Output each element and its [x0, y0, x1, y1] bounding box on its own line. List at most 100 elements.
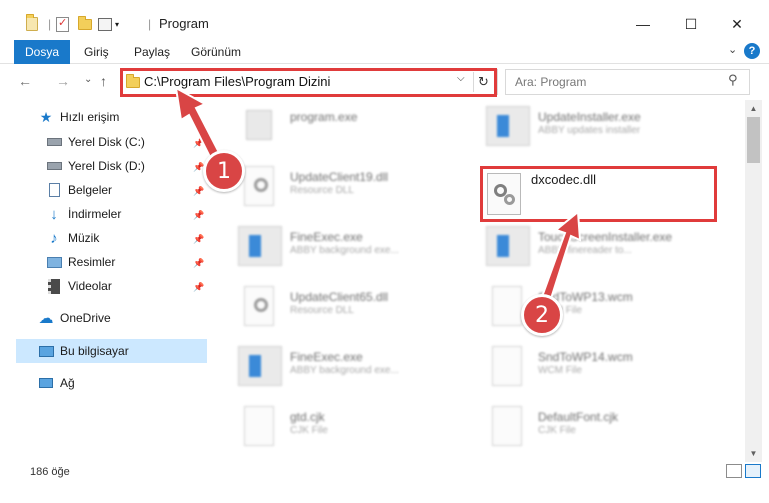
file-type: CJK File — [538, 425, 576, 436]
ribbon-tabs: Dosya Giriş Paylaş Görünüm ⌄ ? — [0, 40, 769, 64]
sidebar-item-pictures[interactable]: Resimler — [46, 251, 115, 273]
sidebar-item-network[interactable]: Ağ — [38, 372, 75, 394]
sidebar-item-quick-access[interactable]: ★ Hızlı erişim — [38, 106, 120, 128]
file-icon — [492, 286, 522, 326]
pin-icon[interactable]: 📌 — [193, 186, 204, 197]
sidebar-item-label: Yerel Disk (D:) — [68, 159, 145, 173]
dll-file-icon — [487, 173, 521, 215]
recent-locations-button[interactable]: ⌄ — [84, 74, 92, 85]
navigation-pane: ★ Hızlı erişim Yerel Disk (C:) 📌 Yerel D… — [0, 100, 210, 460]
application-icon — [486, 226, 530, 266]
file-icon — [244, 406, 274, 446]
maximize-button[interactable]: ☐ — [668, 10, 714, 38]
close-button[interactable]: ✕ — [714, 10, 760, 38]
application-icon — [238, 346, 282, 386]
separator: | — [148, 17, 152, 31]
file-name: TouchScreenInstaller.exe — [538, 230, 673, 244]
search-placeholder: Ara: Program — [515, 75, 587, 89]
step-1-badge: 1 — [203, 150, 245, 192]
step-2-badge: 2 — [521, 294, 563, 336]
file-name: gtd.cjk — [290, 410, 325, 424]
file-type: Resource DLL — [290, 185, 354, 196]
search-icon[interactable]: ⚲ — [728, 72, 738, 88]
pin-icon[interactable]: 📌 — [193, 234, 204, 245]
sidebar-item-label: Videolar — [68, 279, 112, 293]
highlighted-file-item[interactable]: dxcodec.dll — [480, 166, 717, 222]
sidebar-item-label: Yerel Disk (C:) — [68, 135, 145, 149]
tab-home[interactable]: Giriş — [84, 40, 109, 64]
sidebar-item-local-disk-d[interactable]: Yerel Disk (D:) — [46, 155, 145, 177]
list-item[interactable]: UpdateClient19.dll Resource DLL — [238, 166, 448, 216]
application-icon — [238, 106, 282, 146]
file-type: CJK File — [290, 425, 328, 436]
file-type: ABBY background exe... — [290, 245, 399, 256]
file-type: ABBY updates installer — [538, 125, 641, 136]
file-type: WCM File — [538, 365, 582, 376]
pin-icon[interactable]: 📌 — [193, 282, 204, 293]
tab-view[interactable]: Görünüm — [191, 40, 241, 64]
file-type: ABBY background exe... — [290, 365, 399, 376]
scrollbar-thumb[interactable] — [747, 117, 760, 163]
file-name: FineExec.exe — [290, 230, 363, 244]
minimize-button[interactable]: — — [620, 10, 666, 38]
status-bar: 186 öğe — [0, 462, 769, 503]
back-button[interactable]: ← — [18, 73, 32, 89]
forward-button[interactable]: → — [56, 73, 70, 89]
file-name: DefaultFont.cjk — [538, 410, 619, 424]
music-icon: ♪ — [50, 229, 58, 247]
list-item[interactable]: UpdateClient65.dll Resource DLL — [238, 286, 448, 336]
sidebar-item-local-disk-c[interactable]: Yerel Disk (C:) — [46, 131, 145, 153]
navigation-bar: ← → ⌄ ↑ C:\Program Files\Program Dizini … — [0, 64, 769, 100]
vertical-scrollbar[interactable]: ▲ ▼ — [745, 100, 762, 462]
sidebar-item-label: Belgeler — [68, 183, 113, 197]
scroll-up-arrow-icon[interactable]: ▲ — [745, 100, 762, 117]
separator: | — [48, 17, 52, 31]
network-icon — [38, 375, 54, 391]
sidebar-item-onedrive[interactable]: ☁ OneDrive — [38, 307, 111, 329]
new-folder-icon[interactable] — [78, 15, 92, 33]
sidebar-item-videos[interactable]: Videolar — [46, 275, 112, 297]
sidebar-item-label: İndirmeler — [68, 207, 122, 221]
list-item[interactable]: gtd.cjk CJK File — [238, 406, 448, 456]
chevron-down-icon[interactable]: ⌄ — [728, 43, 737, 56]
sidebar-item-this-pc[interactable]: Bu bilgisayar — [38, 340, 129, 362]
sidebar-item-documents[interactable]: Belgeler — [46, 179, 112, 201]
properties-icon[interactable]: ✓ — [56, 15, 69, 33]
list-item[interactable]: UpdateInstaller.exe ABBY updates install… — [486, 106, 736, 156]
file-name: UpdateClient19.dll — [290, 170, 389, 184]
sidebar-item-music[interactable]: ♪ Müzik — [46, 227, 99, 249]
list-item[interactable]: DefaultFont.cjk CJK File — [486, 406, 736, 456]
drive-icon — [46, 134, 62, 150]
sidebar-item-label: OneDrive — [60, 311, 111, 325]
sidebar-item-label: Hızlı erişim — [60, 110, 120, 124]
large-icons-view-icon[interactable] — [745, 464, 761, 478]
list-item[interactable]: TouchScreenInstaller.exe ABBY finereader… — [486, 226, 736, 276]
application-icon — [238, 226, 282, 266]
list-item[interactable]: FineExec.exe ABBY background exe... — [238, 226, 448, 276]
list-item[interactable]: SndToWP14.wcm WCM File — [486, 346, 736, 396]
scroll-down-arrow-icon[interactable]: ▼ — [745, 445, 762, 462]
window-title: Program — [159, 16, 209, 31]
pin-icon[interactable]: 📌 — [193, 138, 204, 149]
file-type: Resource DLL — [290, 305, 354, 316]
pin-icon[interactable]: 📌 — [193, 258, 204, 269]
item-count: 186 öğe — [30, 466, 70, 478]
customize-quick-access-icon[interactable]: ▾ — [98, 15, 119, 33]
tab-file[interactable]: Dosya — [14, 40, 70, 64]
downloads-icon: ↓ — [50, 205, 58, 223]
sidebar-item-label: Bu bilgisayar — [60, 344, 129, 358]
tab-share[interactable]: Paylaş — [134, 40, 170, 64]
address-highlight-box — [120, 68, 497, 97]
file-name: FineExec.exe — [290, 350, 363, 364]
list-item[interactable]: FineExec.exe ABBY background exe... — [238, 346, 448, 396]
sidebar-item-label: Ağ — [60, 376, 75, 390]
sidebar-item-downloads[interactable]: ↓ İndirmeler — [46, 203, 121, 225]
cloud-icon: ☁ — [38, 310, 54, 327]
pin-icon[interactable]: 📌 — [193, 210, 204, 221]
up-button[interactable]: ↑ — [100, 73, 107, 89]
documents-icon — [46, 182, 62, 198]
file-icon — [492, 346, 522, 386]
details-view-icon[interactable] — [726, 464, 742, 478]
list-item[interactable]: program.exe — [238, 106, 448, 156]
help-icon[interactable]: ? — [744, 43, 760, 59]
